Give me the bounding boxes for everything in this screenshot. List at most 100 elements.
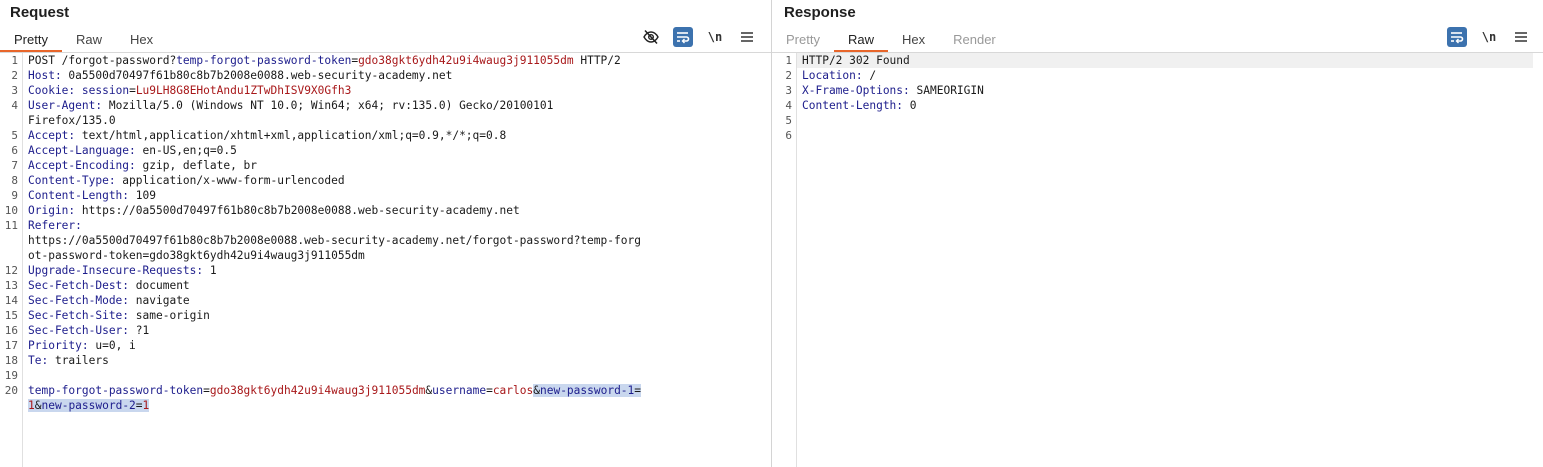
- response-tabs: Pretty Raw Hex Render: [772, 30, 1010, 52]
- tab-pretty[interactable]: Pretty: [772, 30, 834, 52]
- code-line: 11 Referer:: [0, 218, 771, 233]
- code-token: u=0, i: [88, 339, 136, 352]
- line-number: 7: [11, 159, 18, 172]
- response-title: Response: [784, 4, 856, 21]
- line-number: 1: [11, 54, 18, 67]
- code-token: Sec-Fetch-Site:: [28, 309, 130, 322]
- line-number: 12: [4, 264, 18, 277]
- code-line: 12 Upgrade-Insecure-Requests: 1: [0, 263, 771, 278]
- line-number: 17: [4, 339, 18, 352]
- tab-hex[interactable]: Hex: [116, 30, 167, 52]
- line-text: temp-forgot-password-token=gdo38gkt6ydh4…: [28, 383, 642, 398]
- code-token: SAMEORIGIN: [909, 84, 984, 97]
- line-text: Host: 0a5500d70497f61b80c8b7b2008e0088.w…: [28, 68, 452, 83]
- code-token: 109: [129, 189, 156, 202]
- line-text: Location: /: [802, 68, 876, 83]
- code-token: ?1: [129, 324, 150, 337]
- code-token: Sec-Fetch-Mode:: [28, 294, 130, 307]
- line-number: 6: [11, 144, 18, 157]
- code-token: https://0a5500d70497f61b80c8b7b2008e0088…: [75, 204, 520, 217]
- code-token: application/x-www-form-urlencoded: [115, 174, 345, 187]
- line-number: 2: [11, 69, 18, 82]
- line-text: HTTP/2 302 Found: [802, 53, 910, 68]
- code-token: &: [34, 399, 42, 412]
- line-text: Origin: https://0a5500d70497f61b80c8b7b2…: [28, 203, 520, 218]
- line-number: 1: [785, 54, 792, 67]
- code-token: trailers: [48, 354, 109, 367]
- eye-slash-icon[interactable]: [641, 27, 661, 47]
- line-text: Content-Length: 0: [802, 98, 917, 113]
- newline-toggle-button[interactable]: \n: [1479, 27, 1499, 47]
- tab-pretty[interactable]: Pretty: [0, 30, 62, 52]
- line-number: 8: [11, 174, 18, 187]
- line-number: 6: [785, 129, 792, 142]
- code-line: 1 HTTP/2 302 Found: [772, 53, 1543, 68]
- request-editor[interactable]: 1 POST /forgot-password?temp-forgot-passw…: [0, 53, 771, 467]
- code-line: 2 Location: /: [772, 68, 1543, 83]
- line-text: Content-Type: application/x-www-form-url…: [28, 173, 345, 188]
- code-token: new-password-1: [539, 384, 635, 397]
- code-token: document: [129, 279, 190, 292]
- code-token: 0: [903, 99, 917, 112]
- code-token: Content-Length:: [802, 99, 904, 112]
- code-token: Lu9LH8G8EHotAndu1ZTwDhISV9X0Gfh3: [135, 84, 352, 97]
- line-number: 3: [11, 84, 18, 97]
- menu-icon[interactable]: [737, 27, 757, 47]
- code-line: 6 Accept-Language: en-US,en;q=0.5: [0, 143, 771, 158]
- wrap-lines-icon[interactable]: [1447, 27, 1467, 47]
- code-token: X-Frame-Options:: [802, 84, 910, 97]
- line-number: 5: [11, 129, 18, 142]
- code-token: =: [135, 399, 143, 412]
- newline-toggle-button[interactable]: \n: [705, 27, 725, 47]
- code-token: 1: [142, 399, 150, 412]
- code-token: Sec-Fetch-User:: [28, 324, 130, 337]
- code-token: carlos: [492, 384, 534, 397]
- menu-icon[interactable]: [1511, 27, 1531, 47]
- code-line: 16 Sec-Fetch-User: ?1: [0, 323, 771, 338]
- code-line: 20 temp-forgot-password-token=gdo38gkt6yd…: [0, 383, 771, 398]
- code-token: gdo38gkt6ydh42u9i4waug3j911055dm: [209, 384, 426, 397]
- code-line: 13 Sec-Fetch-Dest: document: [0, 278, 771, 293]
- code-token: en-US,en;q=0.5: [135, 144, 237, 157]
- response-editor[interactable]: 1 HTTP/2 302 Found 2 Location: / 3 X-Frame-Op…: [772, 53, 1543, 467]
- tab-raw[interactable]: Raw: [833, 30, 888, 52]
- code-token: Accept-Encoding:: [28, 159, 136, 172]
- line-text: ot-password-token=gdo38gkt6ydh42u9i4waug…: [28, 248, 365, 263]
- line-number: 16: [4, 324, 18, 337]
- line-text: Cookie: session=Lu9LH8G8EHotAndu1ZTwDhIS…: [28, 83, 351, 98]
- code-line: 3 Cookie: session=Lu9LH8G8EHotAndu1ZTwDhI…: [0, 83, 771, 98]
- code-token: navigate: [129, 294, 190, 307]
- line-text: POST /forgot-password?temp-forgot-passwo…: [28, 53, 621, 68]
- code-line: 9 Content-Length: 109: [0, 188, 771, 203]
- code-token: User-Agent:: [28, 99, 103, 112]
- code-token: Referer:: [28, 219, 82, 232]
- tab-render[interactable]: Render: [939, 30, 1010, 52]
- code-token: Location:: [802, 69, 863, 82]
- line-number: 4: [785, 99, 792, 112]
- code-token: username: [432, 384, 487, 397]
- line-number: 3: [785, 84, 792, 97]
- code-token: temp-forgot-password-token: [176, 54, 352, 67]
- line-number: 19: [4, 369, 18, 382]
- code-token: 0a5500d70497f61b80c8b7b2008e0088.web-sec…: [61, 69, 453, 82]
- tab-raw[interactable]: Raw: [62, 30, 116, 52]
- line-text: X-Frame-Options: SAMEORIGIN: [802, 83, 984, 98]
- code-token: session: [81, 84, 130, 97]
- line-number: 11: [4, 219, 18, 232]
- code-token: =: [634, 384, 642, 397]
- code-token: gzip, deflate, br: [135, 159, 258, 172]
- code-token: Host:: [28, 69, 62, 82]
- tab-hex[interactable]: Hex: [888, 30, 939, 52]
- line-text: Sec-Fetch-Dest: document: [28, 278, 190, 293]
- request-panel: Request Pretty Raw Hex \n 1 POST /forgot-pa…: [0, 0, 771, 467]
- code-token: Content-Type:: [28, 174, 116, 187]
- code-token: gdo38gkt6ydh42u9i4waug3j911055dm: [358, 54, 574, 67]
- line-text: Sec-Fetch-Mode: navigate: [28, 293, 190, 308]
- wrap-lines-icon[interactable]: [673, 27, 693, 47]
- line-text: Content-Length: 109: [28, 188, 156, 203]
- code-token: Te:: [28, 354, 49, 367]
- code-token: /: [862, 69, 877, 82]
- line-text: Sec-Fetch-Site: same-origin: [28, 308, 210, 323]
- request-toolbar: \n: [641, 27, 757, 47]
